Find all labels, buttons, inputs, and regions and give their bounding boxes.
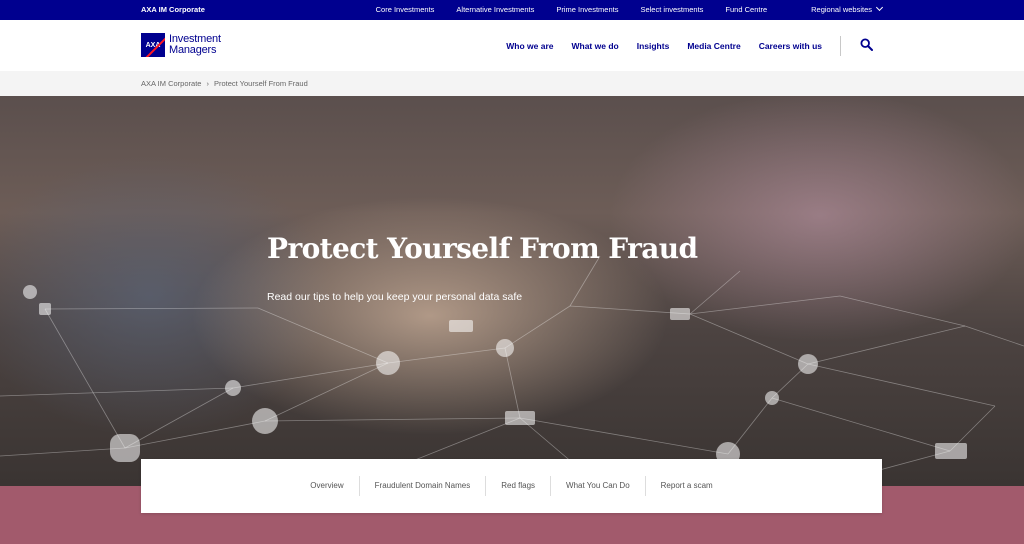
site-header: AXA Investment Managers Who we are What … [0,20,1024,71]
breadcrumb-separator: › [206,79,209,88]
breadcrumb: AXA IM Corporate › Protect Yourself From… [0,71,1024,96]
nav-careers[interactable]: Careers with us [759,41,822,51]
alternative-investments-link[interactable]: Alternative Investments [456,5,534,14]
tab-overview[interactable]: Overview [295,476,358,496]
corporate-link[interactable]: AXA IM Corporate [141,5,205,14]
axa-im-logo[interactable]: AXA Investment Managers [141,33,221,57]
search-icon[interactable] [860,38,873,51]
hero-banner: Protect Yourself From Fraud Read our tip… [0,96,1024,486]
axa-logo-mark: AXA [141,33,165,57]
select-investments-link[interactable]: Select investments [640,5,703,14]
core-investments-link[interactable]: Core Investments [376,5,435,14]
chevron-down-icon [875,3,884,12]
nav-insights[interactable]: Insights [637,41,670,51]
nav-divider [840,36,841,56]
top-utility-bar: AXA IM Corporate Core Investments Altern… [0,0,1024,20]
prime-investments-link[interactable]: Prime Investments [556,5,618,14]
regional-websites-label: Regional websites [811,5,872,14]
nav-what-we-do[interactable]: What we do [571,41,618,51]
main-nav: Who we are What we do Insights Media Cen… [488,41,822,51]
tab-fraudulent-domain-names[interactable]: Fraudulent Domain Names [358,476,486,496]
nav-media-centre[interactable]: Media Centre [687,41,740,51]
anchor-tabs: Overview Fraudulent Domain Names Red fla… [141,459,882,513]
regional-websites-dropdown[interactable]: Regional websites [789,3,884,14]
page-title: Protect Yourself From Fraud [267,232,698,265]
breadcrumb-home[interactable]: AXA IM Corporate [141,79,201,88]
tab-red-flags[interactable]: Red flags [485,476,550,496]
logo-wordmark: Investment Managers [169,34,221,56]
tab-what-you-can-do[interactable]: What You Can Do [550,476,645,496]
tab-report-a-scam[interactable]: Report a scam [644,476,728,496]
fund-centre-link[interactable]: Fund Centre [725,5,767,14]
utility-links: Core Investments Alternative Investments… [354,3,884,14]
nav-who-we-are[interactable]: Who we are [506,41,553,51]
logo-line-2: Managers [169,44,217,56]
page-subtitle: Read our tips to help you keep your pers… [267,291,523,303]
breadcrumb-current: Protect Yourself From Fraud [213,79,308,88]
